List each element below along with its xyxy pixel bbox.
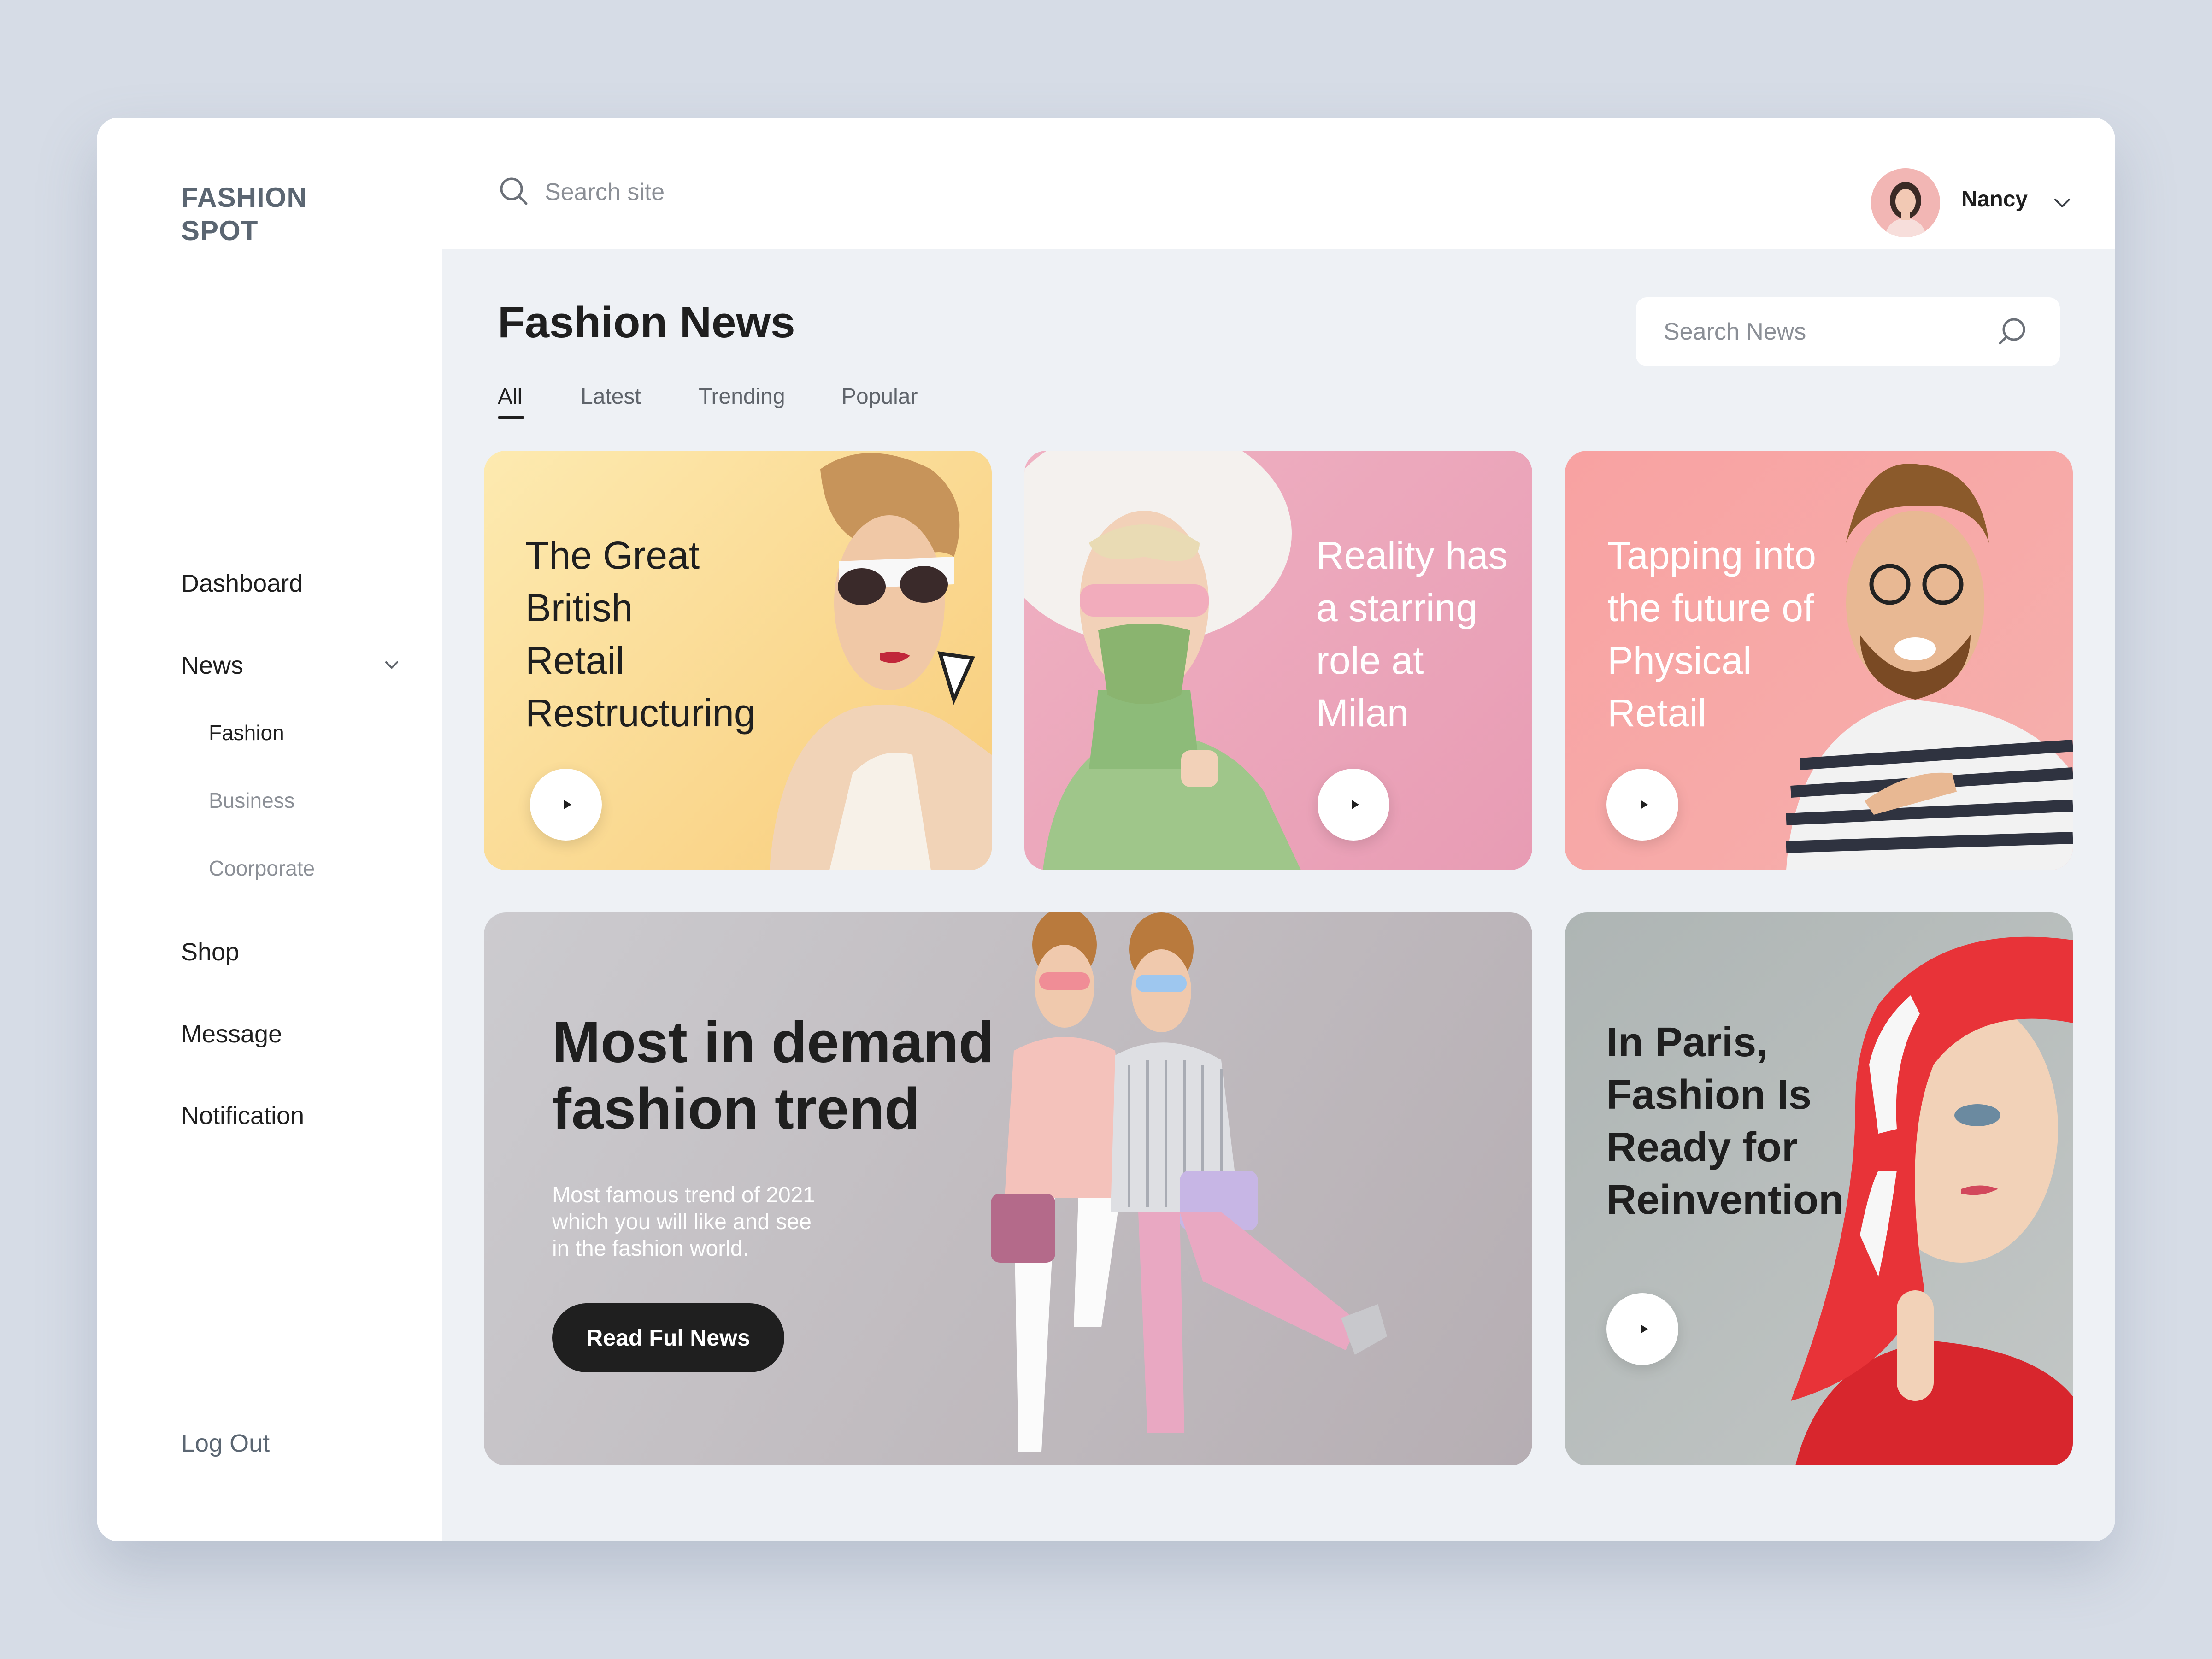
sidebar-subitem-fashion[interactable]: Fashion [209,720,284,745]
sidebar: FASHION SPOT Dashboard News Fashion Busi… [97,118,442,1541]
active-tab-indicator [498,416,524,419]
card-title-line: Tapping into [1607,534,1817,577]
logout-button[interactable]: Log Out [181,1429,270,1458]
card-title-line: British [525,586,633,629]
play-button[interactable] [1318,769,1389,841]
card-title-line: Ready for [1606,1124,1798,1171]
news-card[interactable]: Reality has a starring role at Milan [1024,451,1532,870]
sidebar-item-news[interactable]: News [181,651,243,680]
hero-description-line: which you will like and see [552,1210,812,1234]
hero-description-line: Most famous trend of 2021 [552,1183,815,1207]
sidebar-item-dashboard[interactable]: Dashboard [181,569,303,598]
read-full-news-button[interactable]: Read Ful News [552,1303,784,1372]
news-search [1636,297,2060,366]
hero-title-line: Most in demand [552,1010,994,1075]
sidebar-item-message[interactable]: Message [181,1020,282,1048]
tab-all[interactable]: All [498,384,522,409]
search-icon[interactable] [1995,315,2030,349]
card-title-line: Retail [525,639,624,682]
tab-latest[interactable]: Latest [581,384,641,409]
sidebar-subitem-business[interactable]: Business [209,788,295,813]
card-title-line: Reinvention [1606,1177,1844,1223]
card-title-line: the future of [1607,586,1814,629]
avatar-illustration [1871,168,1940,237]
featured-news-card: Most in demand fashion trend Most famous… [484,912,1532,1465]
card-title: Reality has a starring role at Milan [1316,529,1508,739]
news-search-input[interactable] [1664,318,1977,346]
play-icon [564,800,571,809]
card-title: In Paris, Fashion Is Ready for Reinventi… [1606,1016,1844,1226]
play-button[interactable] [1606,1293,1678,1365]
card-title-line: Reality has [1316,534,1508,577]
card-title-line: Retail [1607,691,1706,735]
models-illustration [991,912,1387,1452]
card-title-line: a starring [1316,586,1478,629]
sidebar-item-notification[interactable]: Notification [181,1101,304,1130]
hero-description-line: in the fashion world. [552,1236,749,1261]
sidebar-item-shop[interactable]: Shop [181,938,239,966]
site-search-input[interactable] [545,178,821,206]
model-illustration [770,453,992,870]
chevron-down-icon[interactable] [2051,191,2074,214]
card-title-line: Restructuring [525,691,756,735]
search-icon [500,177,528,205]
play-button[interactable] [530,769,602,841]
page-title: Fashion News [498,298,795,347]
card-title-line: Physical [1607,639,1752,682]
chevron-down-icon[interactable] [382,656,401,674]
card-title-line: Milan [1316,691,1409,735]
news-card[interactable]: The Great British Retail Restructuring [484,451,992,870]
card-title: The Great British Retail Restructuring [525,529,756,739]
play-icon [1641,800,1648,809]
hero-description: Most famous trend of 2021 which you will… [552,1182,847,1262]
tab-trending[interactable]: Trending [699,384,785,409]
news-card[interactable]: Tapping into the future of Physical Reta… [1565,451,2073,870]
logo[interactable]: FASHION SPOT [181,181,319,247]
model-illustration [1024,451,1301,870]
app-window: FASHION SPOT Dashboard News Fashion Busi… [97,118,2115,1541]
logo-text: FASHION SPOT [181,182,307,246]
play-button[interactable] [1606,769,1678,841]
avatar[interactable] [1871,168,1940,237]
hero-title: Most in demand fashion trend [552,1009,994,1142]
card-title: Tapping into the future of Physical Reta… [1607,529,1816,739]
card-title-line: role at [1316,639,1424,682]
play-icon [1352,800,1359,809]
play-icon [1641,1324,1648,1334]
sidebar-subitem-coorporate[interactable]: Coorporate [209,856,315,881]
card-title-line: In Paris, [1606,1019,1768,1065]
hero-title-line: fashion trend [552,1076,920,1141]
card-title-line: Fashion Is [1606,1072,1812,1118]
card-title-line: The Great [525,534,700,577]
tab-popular[interactable]: Popular [841,384,918,409]
news-card[interactable]: In Paris, Fashion Is Ready for Reinventi… [1565,912,2073,1465]
top-bar: Nancy [442,118,2115,249]
user-name[interactable]: Nancy [1961,187,2028,212]
